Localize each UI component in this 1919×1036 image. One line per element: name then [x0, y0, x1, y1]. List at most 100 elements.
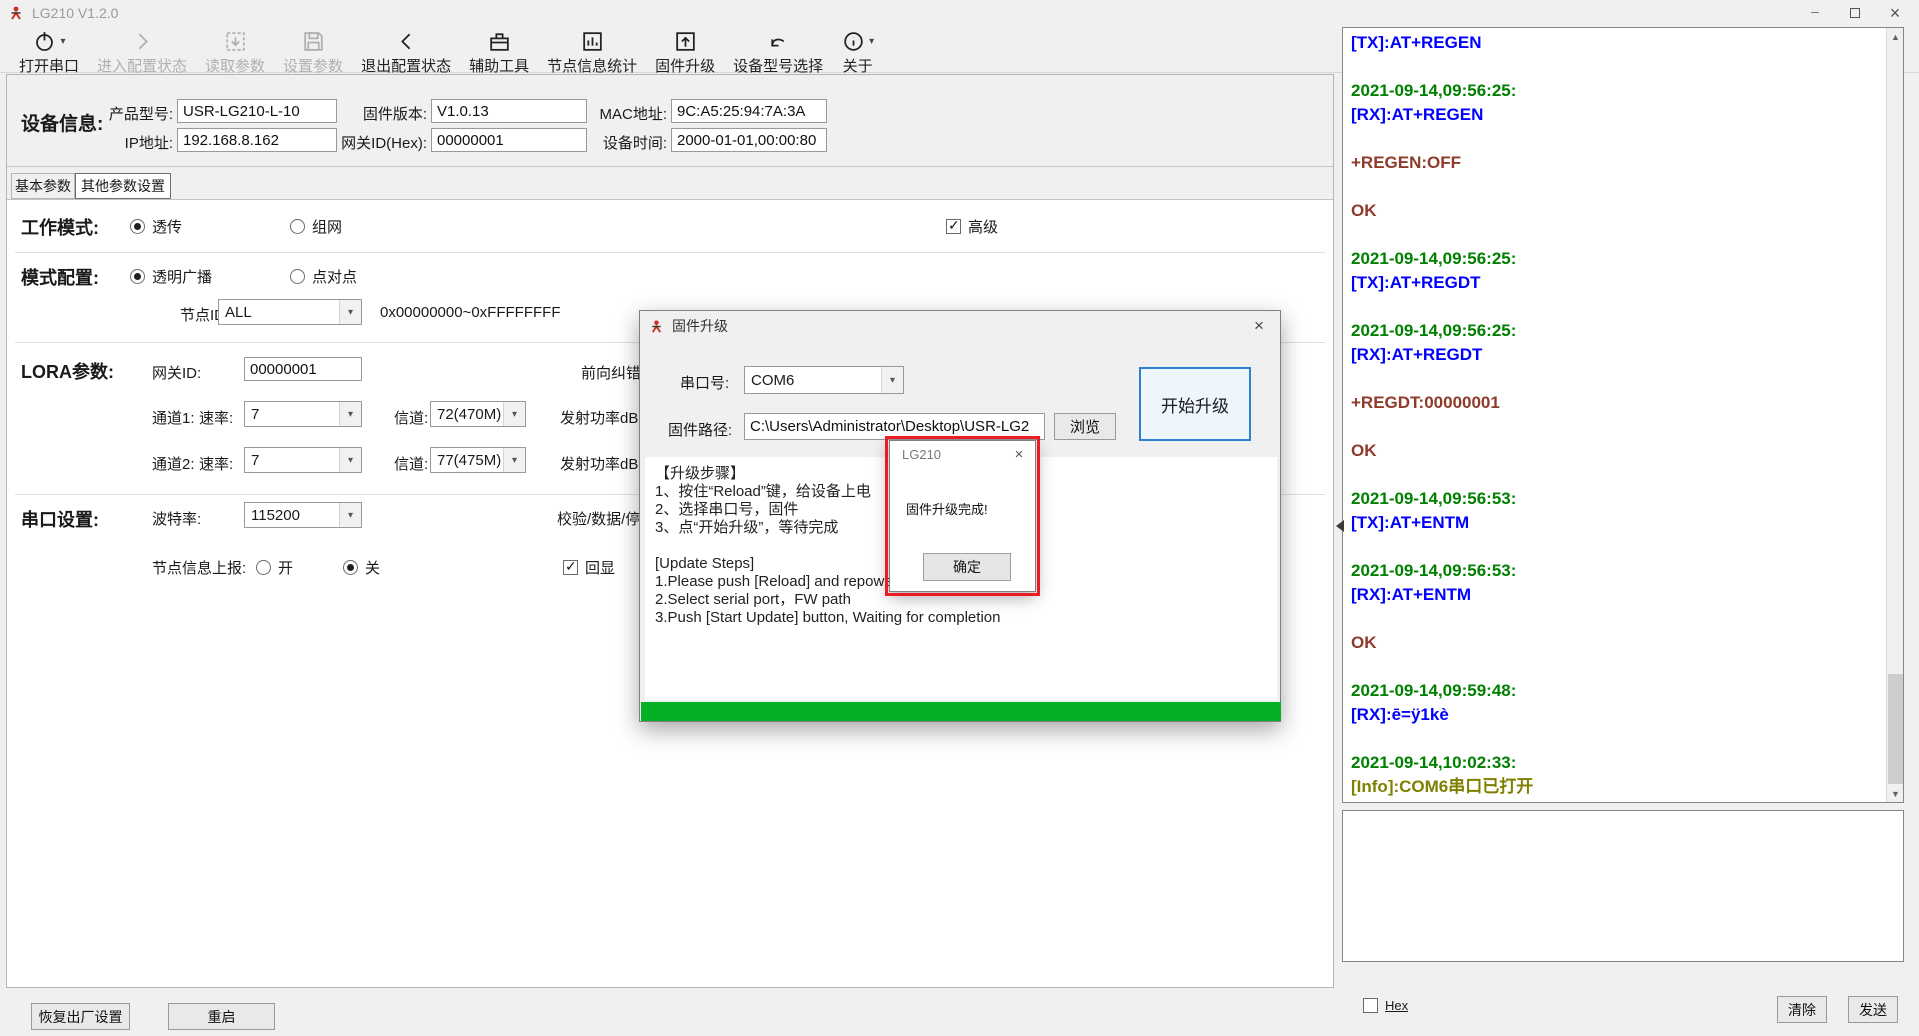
radio-icon [343, 560, 358, 575]
browse-button[interactable]: 浏览 [1054, 413, 1116, 440]
send-input[interactable] [1342, 810, 1904, 962]
rate1-select[interactable]: 7 [244, 401, 362, 427]
toolbar-item-about[interactable]: 关于 [832, 28, 883, 77]
product-model-input[interactable] [177, 99, 337, 123]
log-line: 2021-09-14,09:56:25: [1351, 319, 1883, 343]
baud-select[interactable]: 115200 [244, 502, 362, 528]
tab-other-params[interactable]: 其他参数设置 [75, 173, 171, 199]
chevron-down-icon [339, 300, 361, 324]
firmware-version-input[interactable] [431, 99, 587, 123]
msgbox-title: LG210 [902, 447, 941, 462]
toolbar-label: 读取参数 [205, 55, 265, 76]
toolbar-item-node-stats[interactable]: 节点信息统计 [538, 28, 646, 77]
channel-label: 信道: [394, 453, 428, 474]
progress-bar [641, 702, 1281, 721]
checkbox-advanced[interactable]: 高级 [946, 216, 998, 237]
toolbar-item-model-select[interactable]: 设备型号选择 [724, 28, 832, 77]
mac-address-input[interactable] [671, 99, 827, 123]
fec-label: 前向纠错 [581, 362, 641, 383]
scroll-down-button[interactable] [1887, 785, 1904, 802]
dialog-close-button[interactable] [1238, 311, 1280, 341]
toolbar-label: 节点信息统计 [547, 55, 637, 76]
toolbar-label: 打开串口 [19, 55, 79, 76]
rate2-select[interactable]: 7 [244, 447, 362, 473]
message-box: LG210 固件升级完成! 确定 [889, 440, 1036, 592]
log-line: 2021-09-14,09:56:25: [1351, 79, 1883, 103]
gateway-id-label: 网关ID(Hex): [337, 132, 427, 153]
log-scrollbar[interactable] [1886, 28, 1903, 802]
send-button[interactable]: 发送 [1848, 996, 1898, 1023]
radio-report-off[interactable]: 关 [343, 557, 380, 578]
toolbar-item-enter-config[interactable]: 进入配置状态 [88, 28, 196, 77]
log-line: 2021-09-14,09:59:48: [1351, 679, 1883, 703]
chevron-down-icon [339, 402, 361, 426]
log-line [1351, 295, 1883, 319]
radio-report-on[interactable]: 开 [256, 557, 293, 578]
titlebar[interactable]: LG210 V1.2.0 [0, 0, 1919, 26]
node-id-select[interactable]: ALL [218, 299, 362, 325]
channel1-select[interactable]: 72(470M) [430, 401, 526, 427]
device-time-input[interactable] [671, 128, 827, 152]
log-line: [TX]:AT+ENTM [1351, 511, 1883, 535]
power-label: 发射功率dBm [560, 407, 651, 428]
chevron-left-icon [394, 29, 419, 54]
lora-gateway-id-label: 网关ID: [152, 362, 201, 383]
lora-gateway-id-input[interactable] [244, 357, 362, 381]
firmware-version-label: 固件版本: [337, 103, 427, 124]
clear-button[interactable]: 清除 [1777, 996, 1827, 1023]
dialog-titlebar[interactable]: 固件升级 [640, 311, 1280, 341]
toolbar-item-open-serial[interactable]: 打开串口 [10, 28, 88, 77]
toolbar-item-exit-config[interactable]: 退出配置状态 [352, 28, 460, 77]
factory-reset-button[interactable]: 恢复出厂设置 [31, 1003, 130, 1030]
ok-button[interactable]: 确定 [923, 553, 1011, 581]
log-line [1351, 367, 1883, 391]
restart-button[interactable]: 重启 [168, 1003, 275, 1030]
radio-label: 点对点 [312, 266, 357, 287]
start-upgrade-button[interactable]: 开始升级 [1139, 367, 1251, 441]
splitter-arrow-icon[interactable] [1336, 520, 1344, 532]
radio-broadcast[interactable]: 透明广播 [130, 266, 212, 287]
maximize-button[interactable] [1835, 0, 1875, 26]
channel2-select[interactable]: 77(475M) [430, 447, 526, 473]
checkbox-icon [563, 560, 578, 575]
msgbox-titlebar[interactable]: LG210 [890, 441, 1035, 467]
tab-basic-params[interactable]: 基本参数 [11, 173, 75, 199]
checkbox-echo[interactable]: 回显 [563, 557, 615, 578]
radio-network[interactable]: 组网 [290, 216, 342, 237]
serial-header: 串口设置: [21, 506, 99, 532]
close-button[interactable] [1875, 0, 1915, 26]
maximize-icon [1850, 8, 1860, 18]
gateway-id-input[interactable] [431, 128, 587, 152]
hex-checkbox[interactable]: Hex [1363, 998, 1408, 1013]
toolbar-item-read-params[interactable]: 读取参数 [196, 28, 274, 77]
com-port-select[interactable]: COM6 [744, 366, 904, 394]
log-panel[interactable]: [TX]:AT+REGEN 2021-09-14,09:56:25:[RX]:A… [1342, 27, 1904, 803]
scroll-up-button[interactable] [1887, 28, 1904, 45]
undo-arrow-icon [766, 29, 791, 54]
channel-label: 信道: [394, 407, 428, 428]
toolbar-label: 关于 [843, 55, 873, 76]
dialog-icon [649, 319, 664, 334]
log-line: [RX]:ē=ÿ1kè [1351, 703, 1883, 727]
radio-label: 透明广播 [152, 266, 212, 287]
mac-address-label: MAC地址: [587, 103, 667, 124]
firmware-path-input[interactable] [744, 413, 1045, 440]
rate-label: 速率: [199, 407, 233, 428]
log-line [1351, 535, 1883, 559]
log-lines: [TX]:AT+REGEN 2021-09-14,09:56:25:[RX]:A… [1351, 31, 1883, 799]
save-icon [301, 29, 326, 54]
toolbar-item-firmware-upgrade[interactable]: 固件升级 [646, 28, 724, 77]
device-time-label: 设备时间: [587, 132, 667, 153]
toolbar-item-aux-tools[interactable]: 辅助工具 [460, 28, 538, 77]
log-line [1351, 415, 1883, 439]
toolbar-item-set-params[interactable]: 设置参数 [274, 28, 352, 77]
minimize-button[interactable] [1795, 0, 1835, 26]
ip-address-input[interactable] [177, 128, 337, 152]
msgbox-close-button[interactable] [1003, 441, 1035, 467]
log-line: [RX]:AT+REGEN [1351, 103, 1883, 127]
instruction-line: 3.Push [Start Update] button, Waiting fo… [655, 609, 1267, 627]
radio-p2p[interactable]: 点对点 [290, 266, 357, 287]
channel1-value: 72(470M) [431, 402, 503, 426]
scroll-thumb[interactable] [1888, 674, 1903, 784]
radio-transparent[interactable]: 透传 [130, 216, 182, 237]
